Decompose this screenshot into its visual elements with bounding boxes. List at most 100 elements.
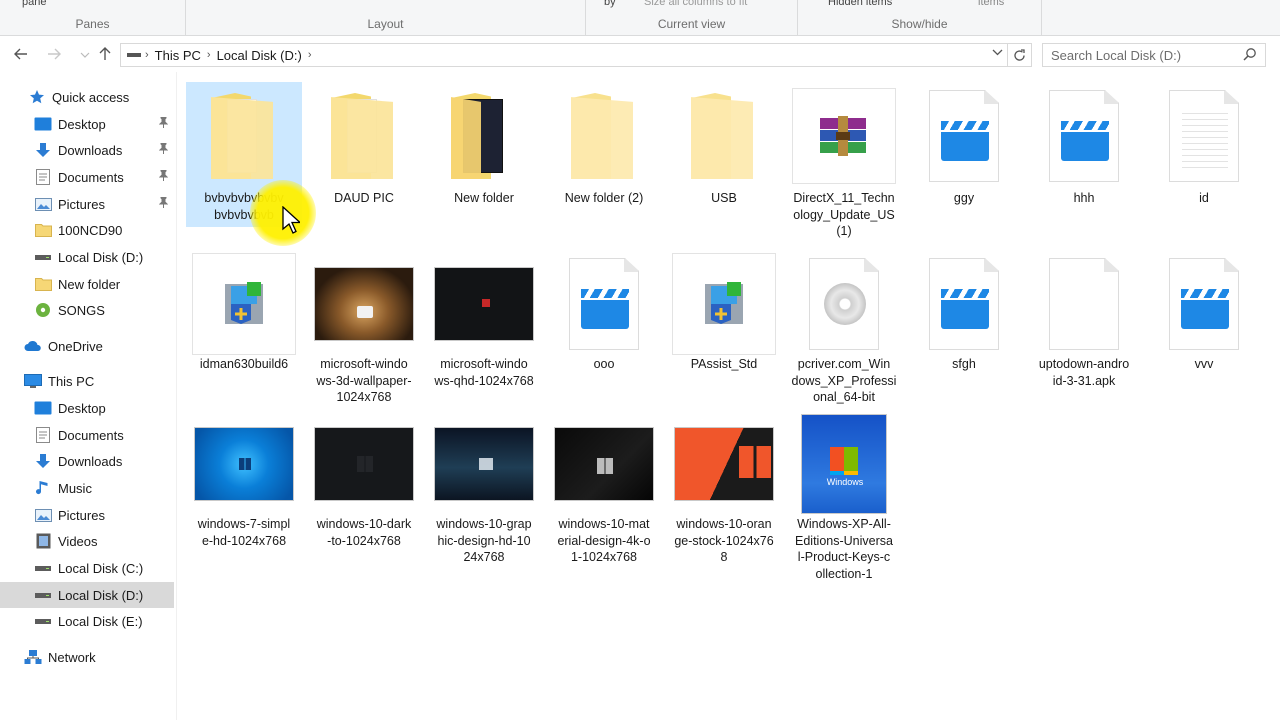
breadcrumb-this-pc[interactable]: This PC	[149, 48, 207, 63]
sidebar-item-local-disk-d[interactable]: Local Disk (D:)	[0, 244, 174, 270]
sort-by-button-label[interactable]: by	[604, 0, 616, 8]
file-item[interactable]: microsoft-windo ws-qhd-1024x768	[426, 252, 542, 393]
file-thumbnail	[906, 82, 1022, 190]
file-item[interactable]: bvbvbvbvbvbv bvbvbvbvb	[186, 82, 302, 227]
file-thumbnail	[1146, 252, 1262, 356]
sidebar-item-quick-access[interactable]: Quick access	[0, 84, 174, 110]
search-input[interactable]	[1051, 47, 1241, 63]
sidebar-item-this-pc[interactable]: This PC	[0, 368, 174, 394]
file-thumbnail: Windows	[786, 412, 902, 516]
sidebar-item-label: Local Disk (D:)	[58, 249, 144, 265]
pane-divider[interactable]	[176, 72, 177, 720]
sidebar-item-100ncd90[interactable]: 100NCD90	[0, 217, 174, 243]
file-name: vvv	[1194, 357, 1214, 371]
sidebar-item-onedrive[interactable]: OneDrive	[0, 333, 174, 359]
address-bar[interactable]: › This PC › Local Disk (D:) ›	[120, 43, 1032, 67]
file-item[interactable]: Windows Windows-XP-All- Editions-Universa…	[786, 412, 902, 586]
sidebar-item-local-disk-c[interactable]: Local Disk (C:)	[0, 555, 174, 581]
sidebar-item-desktop[interactable]: Desktop	[0, 111, 174, 137]
search-box[interactable]	[1042, 43, 1266, 67]
hidden-items-checkbox-label[interactable]: Hidden items	[828, 0, 892, 8]
ribbon-group-layout: Layout	[186, 0, 586, 36]
sidebar-item-songs[interactable]: SONGS	[0, 297, 174, 323]
ribbon-group-label: Panes	[75, 17, 110, 31]
up-button[interactable]	[95, 44, 115, 64]
file-item[interactable]: windows-10-oran ge-stock-1024x76 8	[666, 412, 782, 570]
pin-icon[interactable]	[158, 169, 169, 184]
sidebar-item-label: Local Disk (D:)	[58, 587, 144, 603]
recent-locations-button[interactable]	[75, 45, 95, 65]
sidebar-item-label: Documents	[58, 427, 124, 443]
file-thumbnail	[306, 82, 422, 190]
file-item[interactable]: windows-10-dark -to-1024x768	[306, 412, 422, 553]
file-item[interactable]: hhh	[1026, 82, 1142, 211]
sidebar-item-downloads[interactable]: Downloads	[0, 137, 174, 163]
file-item[interactable]: uptodown-andro id-3-31.apk	[1026, 252, 1142, 393]
search-icon[interactable]	[1243, 47, 1257, 61]
file-item[interactable]: ggy	[906, 82, 1022, 211]
file-item[interactable]: pcriver.com_Win dows_XP_Professi onal_64…	[786, 252, 902, 410]
file-item[interactable]: New folder	[426, 82, 542, 211]
sidebar-item-label: Quick access	[52, 89, 130, 105]
file-item[interactable]: vvv	[1146, 252, 1262, 377]
drive-icon	[127, 53, 141, 57]
file-item[interactable]: ooo	[546, 252, 662, 377]
ribbon-group-show-hide: Hidden items items Show/hide	[798, 0, 1042, 36]
pane-button-label[interactable]: pane	[22, 0, 46, 8]
sidebar-item-label: Music	[58, 480, 92, 496]
file-item[interactable]: DirectX_11_Techn ology_Update_US (1)	[786, 82, 902, 244]
file-name: DAUD PIC	[334, 191, 394, 205]
items-label: items	[978, 0, 1005, 8]
network-icon	[24, 649, 42, 665]
pin-icon[interactable]	[158, 116, 169, 131]
sidebar-item-pictures[interactable]: Pictures	[0, 191, 174, 217]
file-item[interactable]: USB	[666, 82, 782, 211]
file-thumbnail	[186, 82, 302, 190]
file-item[interactable]: DAUD PIC	[306, 82, 422, 211]
sidebar-item-videos[interactable]: Videos	[0, 528, 174, 554]
sidebar-item-local-disk-d[interactable]: Local Disk (D:)	[0, 582, 174, 608]
size-columns-button-label[interactable]: Size all columns to fit	[644, 0, 747, 8]
sidebar-item-documents[interactable]: Documents	[0, 164, 174, 190]
pin-icon[interactable]	[158, 196, 169, 211]
image-thumbnail	[554, 427, 654, 501]
drive-icon	[34, 587, 52, 603]
sidebar-item-label: Local Disk (E:)	[58, 613, 143, 629]
ribbon: pane Panes Layout by Size all columns to…	[0, 0, 1280, 36]
breadcrumb-separator[interactable]: ›	[308, 49, 312, 61]
download-icon	[34, 142, 52, 158]
sidebar-item-documents[interactable]: Documents	[0, 422, 174, 448]
sidebar-item-downloads[interactable]: Downloads	[0, 448, 174, 474]
file-item[interactable]: id	[1146, 82, 1262, 211]
forward-button[interactable]	[44, 44, 64, 64]
file-item[interactable]: microsoft-windo ws-3d-wallpaper- 1024x76…	[306, 252, 422, 410]
sidebar-item-music[interactable]: Music	[0, 475, 174, 501]
pin-icon[interactable]	[158, 142, 169, 157]
sidebar-item-pictures[interactable]: Pictures	[0, 502, 174, 528]
back-button[interactable]	[11, 44, 31, 64]
file-thumbnail	[546, 412, 662, 516]
file-item[interactable]: windows-10-grap hic-design-hd-10 24x768	[426, 412, 542, 570]
video-file-icon	[569, 258, 639, 350]
file-thumbnail	[786, 252, 902, 356]
ribbon-group-current-view: by Size all columns to fit Current view	[586, 0, 798, 36]
breadcrumb-local-disk-d[interactable]: Local Disk (D:)	[211, 48, 308, 63]
folder-icon	[34, 222, 52, 238]
sidebar-item-network[interactable]: Network	[0, 644, 174, 670]
file-name: pcriver.com_Win dows_XP_Professi onal_64…	[791, 357, 897, 404]
refresh-button[interactable]	[1007, 44, 1031, 66]
file-item[interactable]: windows-10-mat erial-design-4k-o 1-1024x…	[546, 412, 662, 570]
file-thumbnail	[666, 252, 782, 356]
sidebar-item-desktop[interactable]: Desktop	[0, 395, 174, 421]
file-item[interactable]: idman630build6	[186, 252, 302, 377]
file-item[interactable]: PAssist_Std	[666, 252, 782, 377]
file-item[interactable]: New folder (2)	[546, 82, 662, 211]
arrow-left-icon	[14, 48, 27, 60]
image-thumbnail	[434, 427, 534, 501]
address-dropdown-button[interactable]	[992, 47, 1003, 59]
sidebar-item-local-disk-e[interactable]: Local Disk (E:)	[0, 608, 174, 634]
file-item[interactable]: sfgh	[906, 252, 1022, 377]
file-item[interactable]: windows-7-simpl e-hd-1024x768	[186, 412, 302, 553]
image-thumbnail	[674, 427, 774, 501]
sidebar-item-new-folder[interactable]: New folder	[0, 271, 174, 297]
